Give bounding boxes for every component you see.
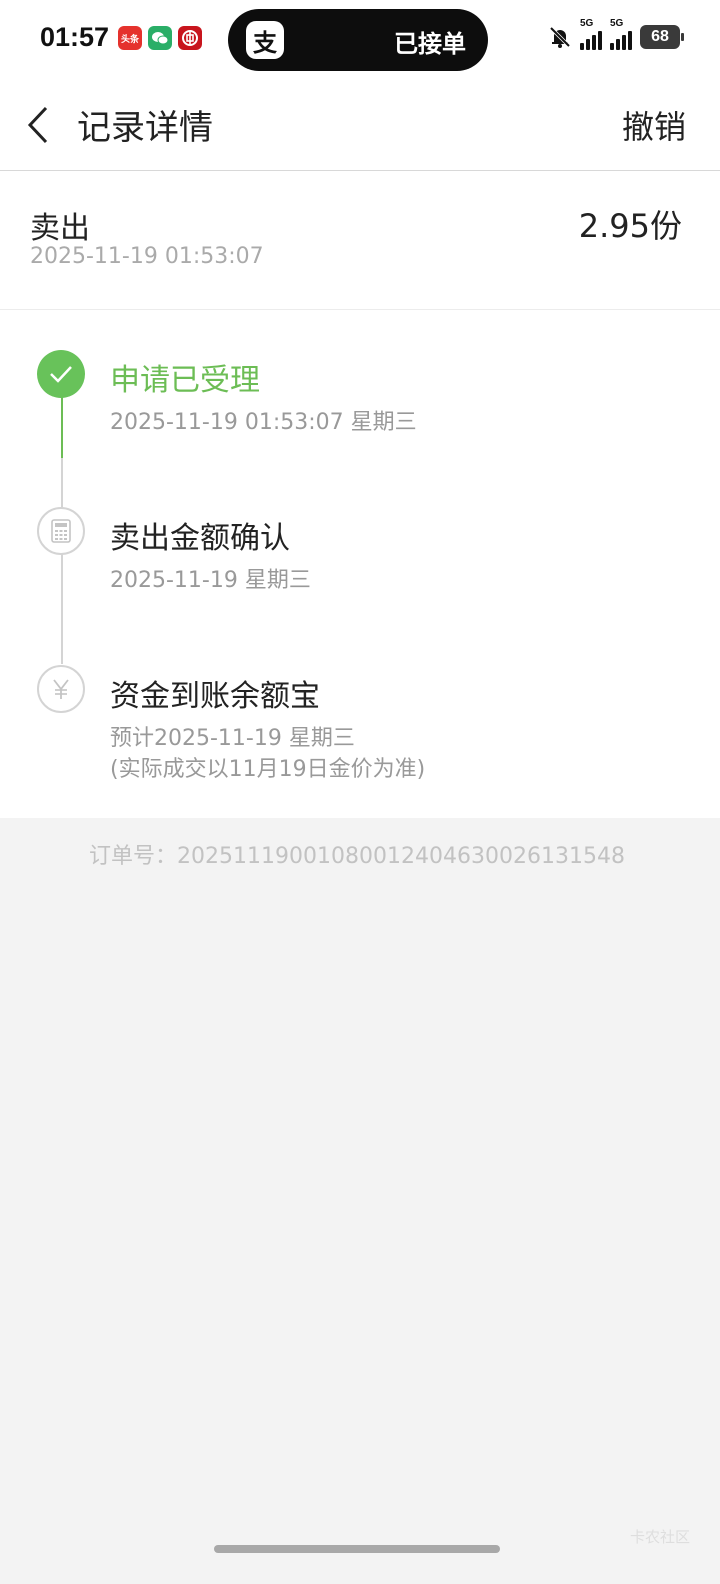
status-bar: 01:57 头条 支 已接单 5G 5G 68 [0, 0, 720, 80]
step-3-time: 预计2025-11-19 星期三 [110, 726, 355, 751]
alipay-icon: 支 [246, 21, 284, 59]
step-1-title: 申请已受理 [110, 363, 260, 398]
calculator-icon [51, 519, 71, 543]
transaction-time: 2025-11-19 01:53:07 [30, 244, 264, 269]
signal-5g-icon-2: 5G [610, 18, 632, 50]
bank-app-icon [178, 26, 202, 50]
order-number-label: 订单号： [89, 844, 178, 869]
transaction-summary: 卖出 2025-11-19 01:53:07 2.95份 [0, 171, 720, 310]
yuan-icon [53, 679, 69, 699]
bank-logo-icon [182, 30, 198, 46]
step-done-node [37, 350, 85, 398]
battery-level: 68 [651, 28, 669, 45]
signal-bar [592, 35, 596, 50]
signal-bar [616, 39, 620, 50]
signal-bar [610, 43, 614, 50]
timeline-connector-done [61, 396, 63, 458]
page-title: 记录详情 [77, 108, 213, 148]
signal-bar [622, 35, 626, 50]
news-app-glyph: 头条 [120, 33, 139, 44]
signal-bar [580, 43, 584, 50]
wechat-bubbles-icon [152, 32, 169, 45]
bell-muted-icon [549, 26, 571, 48]
progress-timeline: 申请已受理 2025-11-19 01:53:07 星期三 卖出金额确认 202… [0, 310, 720, 818]
wechat-icon [148, 26, 172, 50]
watermark: 卡农社区 [629, 1528, 690, 1546]
signal-bar [628, 31, 632, 50]
step-pending-node [37, 665, 85, 713]
timeline-connector [61, 554, 63, 664]
signal-5g-icon-1: 5G [580, 18, 602, 50]
step-2-time: 2025-11-19 星期三 [110, 568, 311, 593]
battery-icon: 68 [640, 25, 684, 49]
notification-icons: 头条 [118, 26, 202, 50]
navigation-bar: 记录详情 撤销 [0, 80, 720, 171]
network-type-1: 5G [580, 18, 594, 29]
news-app-icon: 头条 [118, 26, 142, 50]
step-3-title: 资金到账余额宝 [110, 679, 320, 714]
transaction-amount: 2.95份 [578, 207, 682, 245]
chevron-left-icon [27, 106, 48, 144]
step-1-time: 2025-11-19 01:53:07 星期三 [110, 410, 417, 435]
order-number-value: 2025111900108001240463002613154​8 [177, 844, 625, 869]
clock: 01:57 [40, 22, 110, 52]
system-status-icons: 5G 5G 68 [548, 18, 684, 50]
home-indicator[interactable] [214, 1545, 500, 1553]
check-icon [50, 366, 72, 383]
step-pending-node [37, 507, 85, 555]
undo-button[interactable]: 撤销 [622, 102, 686, 148]
signal-bar [598, 31, 602, 50]
back-button[interactable] [20, 100, 60, 150]
dynamic-island[interactable]: 支 已接单 [228, 9, 488, 71]
step-2-title: 卖出金额确认 [110, 521, 290, 556]
signal-bar [586, 39, 590, 50]
step-3-note: (实际成交以11月19日金价为准) [110, 757, 426, 782]
order-number[interactable]: 订单号：2025111900108001240463002613154​8 [0, 838, 714, 870]
island-status-text: 已接单 [394, 30, 466, 58]
transaction-type: 卖出 [30, 211, 90, 246]
network-type-2: 5G [610, 18, 624, 29]
